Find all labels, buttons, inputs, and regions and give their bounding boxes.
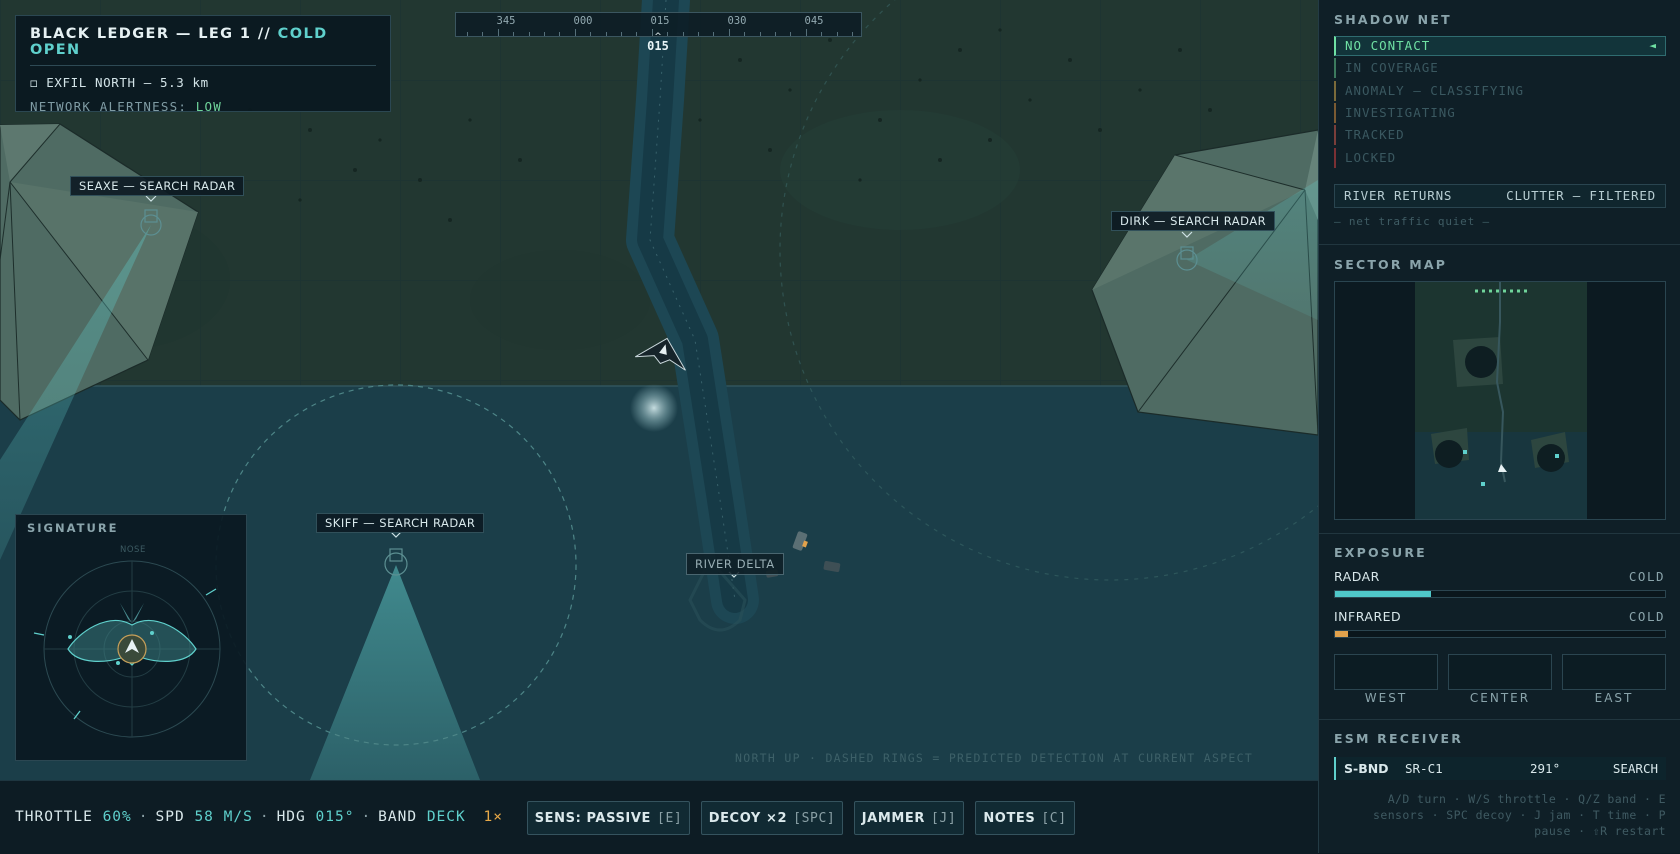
mission-card: BLACK LEDGER — LEG 1 // COLD OPEN ◻ EXFI… [15,15,391,114]
radar-exposure-bar [1334,590,1666,598]
zone-east-label: EAST [1594,691,1634,705]
objective-text: EXFIL NORTH — 5.3 km [46,75,209,90]
sector-map-title: SECTOR MAP [1334,257,1448,272]
heading-tick-mark [636,32,638,36]
heading-tick-mark [713,32,715,36]
decoy-button[interactable]: DECOY ×2 [SPC] [701,801,843,835]
net-state-no-contact: NO CONTACT ◄ [1334,36,1666,56]
heading-tick-045: 045 [804,15,824,27]
infrared-exposure-value: COLD [1628,609,1665,624]
map-footer-note: NORTH UP · DASHED RINGS = PREDICTED DETE… [735,751,1254,765]
signature-panel: SIGNATURE NOSE [15,514,247,761]
traffic-note: — net traffic quiet — [1334,215,1490,228]
objective-line: ◻ EXFIL NORTH — 5.3 km [30,75,376,90]
player-heat-bloom [630,384,678,432]
heading-tick-mark [728,29,730,36]
heading-tick-mark [667,32,669,36]
notes-button[interactable]: NOTES [C] [975,801,1075,835]
controls-help: A/D turn · W/S throttle · Q/Z band · E s… [1373,792,1666,838]
net-state-locked: LOCKED [1334,147,1666,168]
heading-tick-mark [651,29,653,36]
infrared-exposure-bar [1334,630,1666,638]
heading-tick-mark [790,32,792,36]
net-state-anomaly-classifying: ANOMALY — CLASSIFYING [1334,80,1666,101]
esm-emitter: SR-C1 [1405,761,1443,776]
heading-tick-mark [744,32,746,36]
dirk-radar-label[interactable]: DIRK — SEARCH RADAR [1111,211,1276,231]
heading-tick-mark [590,32,592,36]
speed-value: 58 M/S [194,809,253,825]
heading-tick-mark [482,32,484,36]
infrared-exposure-fill [1335,631,1349,637]
active-state-marker-icon: ◄ [1649,39,1657,52]
heading-tick-345: 345 [496,15,516,27]
network-alertness: NETWORK ALERTNESS: LOW [30,99,222,114]
time-scale: 1× [483,809,503,825]
sensors-button[interactable]: SENS: PASSIVE [E] [527,801,690,835]
heading-tick-000: 000 [573,15,593,27]
radar-exposure-value: COLD [1628,569,1665,584]
jammer-button[interactable]: JAMMER [J] [854,801,964,835]
heading-tick-mark [852,32,853,36]
heading-tick-mark [698,32,699,36]
heading-tick-mark [559,32,561,36]
heading-tick-mark [528,32,530,36]
heading-tick-mark [621,32,622,36]
heading-tick-mark [821,32,823,36]
net-state-in-coverage: IN COVERAGE [1334,58,1666,79]
zone-east-box [1562,654,1666,690]
heading-tick-mark [805,29,807,36]
nose-label: NOSE [120,545,146,555]
heading-tick-mark [682,32,684,36]
esm-mode: SEARCH [1612,761,1658,776]
heading-tick-mark [759,32,761,36]
throttle-value: 60% [102,809,132,825]
objective-icon: ◻ [30,75,39,90]
heading-value: 015° [315,809,355,825]
heading-tick-mark [574,29,576,36]
esm-bearing: 291° [1530,761,1561,776]
heading-tick-015: 015 [650,15,670,27]
skiff-radar-label[interactable]: SKIFF — SEARCH RADAR [316,513,485,533]
river-delta-label: RIVER DELTA [686,553,784,575]
esm-band: S-BND [1344,761,1389,776]
radar-exposure-fill [1335,591,1431,597]
esm-title: ESM RECEIVER [1334,731,1464,746]
exposure-title: EXPOSURE [1334,545,1427,560]
heading-tick-mark [497,29,499,36]
radar-exposure-label: RADAR [1334,569,1380,584]
alertness-value: LOW [195,99,222,114]
heading-tick-mark [836,32,838,36]
zone-west-label: WEST [1364,691,1408,705]
river-returns-row: RIVER RETURNS CLUTTER — FILTERED [1334,184,1666,208]
flight-status-line: THROTTLE 60% · SPD 58 M/S · HDG 015° · BAND DE… [15,809,503,825]
zone-west-box [1334,654,1438,690]
infrared-exposure-label: INFRARED [1334,609,1402,624]
sector-minimap[interactable] [1334,281,1666,520]
shadow-net-title: SHADOW NET [1334,12,1452,27]
esm-contact-row[interactable]: S-BND SR-C1 291° SEARCH [1334,757,1666,780]
bottom-hud-bar: THROTTLE 60% · SPD 58 M/S · HDG 015° · BAND DE… [0,780,1318,854]
zone-center-label: CENTER [1469,691,1531,705]
net-state-investigating: INVESTIGATING [1334,102,1666,123]
heading-tick-mark [467,32,468,36]
heading-tick-mark [544,32,545,36]
heading-tick-030: 030 [727,15,747,27]
right-panel: SHADOW NET NO CONTACT ◄ IN COVERAGE ANOMALY… [1318,0,1680,853]
heading-tick-mark [513,32,515,36]
tactical-map[interactable]: BLACK LEDGER — LEG 1 // COLD OPEN ◻ EXFI… [0,0,1318,780]
heading-tick-mark [775,32,776,36]
net-state-tracked: TRACKED [1334,125,1666,146]
heading-readout: 015 [647,39,669,53]
zone-center-box [1448,654,1552,690]
mission-title: BLACK LEDGER — LEG 1 // COLD OPEN [30,26,328,58]
river-returns-value: CLUTTER — FILTERED [1506,188,1656,203]
seaxe-radar-label[interactable]: SEAXE — SEARCH RADAR [70,176,245,196]
heading-tick-mark [605,32,607,36]
band-value: DECK [426,809,466,825]
